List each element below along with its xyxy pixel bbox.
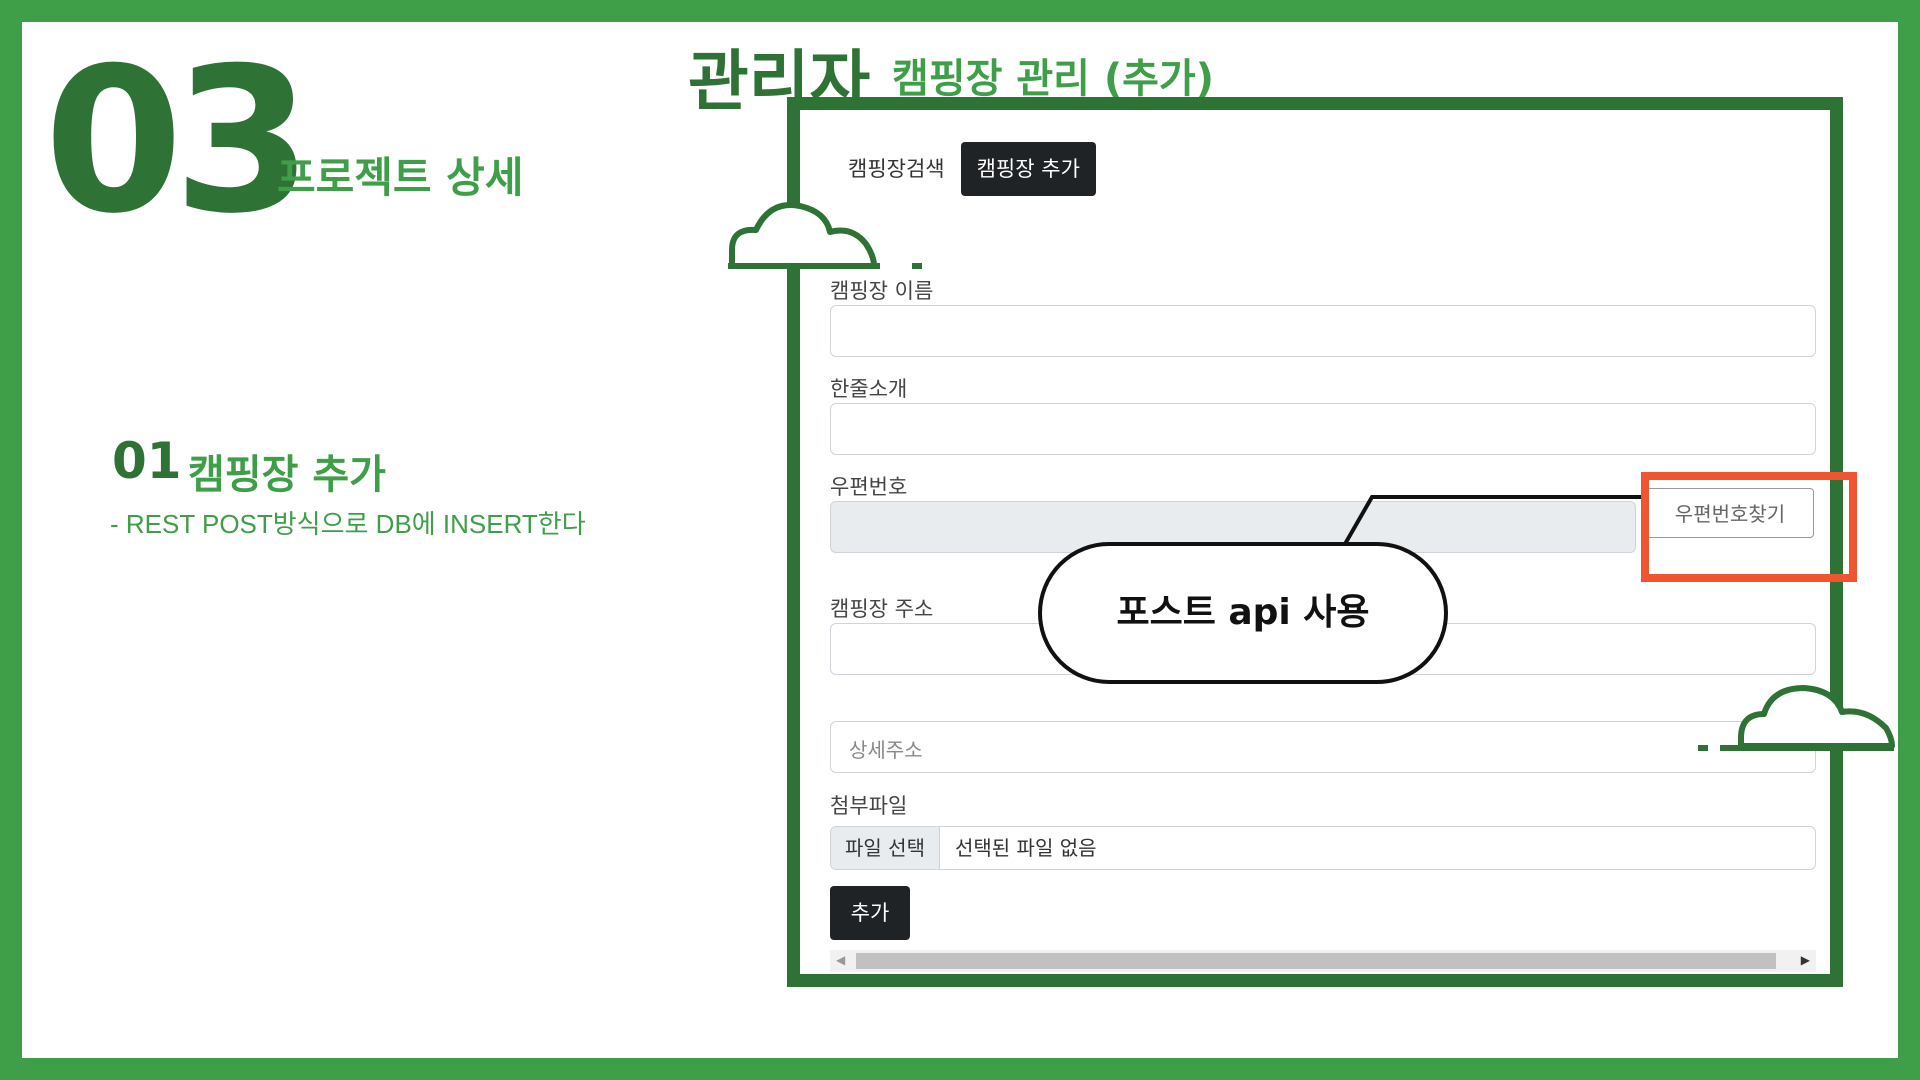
tab-bar: 캠핑장검색 캠핑장 추가 [832, 142, 1096, 196]
address-label: 캠핑장 주소 [830, 597, 934, 621]
section-description: - REST POST방식으로 DB에 INSERT한다 [110, 509, 586, 539]
annotation-bubble: 포스트 api 사용 [1038, 542, 1448, 684]
section-title: 캠핑장 추가 [188, 452, 386, 498]
attach-label: 첨부파일 [830, 794, 908, 818]
zip-highlight-box [1641, 472, 1857, 582]
file-status: 선택된 파일 없음 [955, 836, 1097, 860]
header-sub-title: 캠핑장 관리 (추가) [892, 56, 1215, 102]
tab-camp-search[interactable]: 캠핑장검색 [832, 142, 961, 196]
section-number: 01 [112, 432, 182, 490]
detail-address-placeholder: 상세주소 [849, 738, 923, 762]
intro-input[interactable] [830, 403, 1816, 455]
camp-name-label: 캠핑장 이름 [830, 279, 934, 303]
camp-name-input[interactable] [830, 305, 1816, 357]
scroll-left-arrow-icon[interactable]: ◀ [836, 953, 845, 967]
horizontal-scrollbar[interactable]: ◀ ▶ [830, 950, 1816, 972]
file-input[interactable]: 파일 선택 선택된 파일 없음 [830, 826, 1816, 870]
scroll-thumb[interactable] [856, 953, 1776, 969]
tab-camp-add[interactable]: 캠핑장 추가 [960, 142, 1096, 196]
scroll-right-arrow-icon[interactable]: ▶ [1801, 953, 1810, 967]
slide-number: 03 [44, 25, 312, 258]
intro-label: 한줄소개 [830, 377, 908, 401]
file-choose-button[interactable]: 파일 선택 [831, 827, 940, 869]
zip-label: 우편번호 [830, 475, 908, 499]
add-submit-button[interactable]: 추가 [830, 886, 910, 940]
slide-subtitle: 프로젝트 상세 [277, 153, 524, 202]
detail-address-input[interactable]: 상세주소 [830, 721, 1816, 773]
